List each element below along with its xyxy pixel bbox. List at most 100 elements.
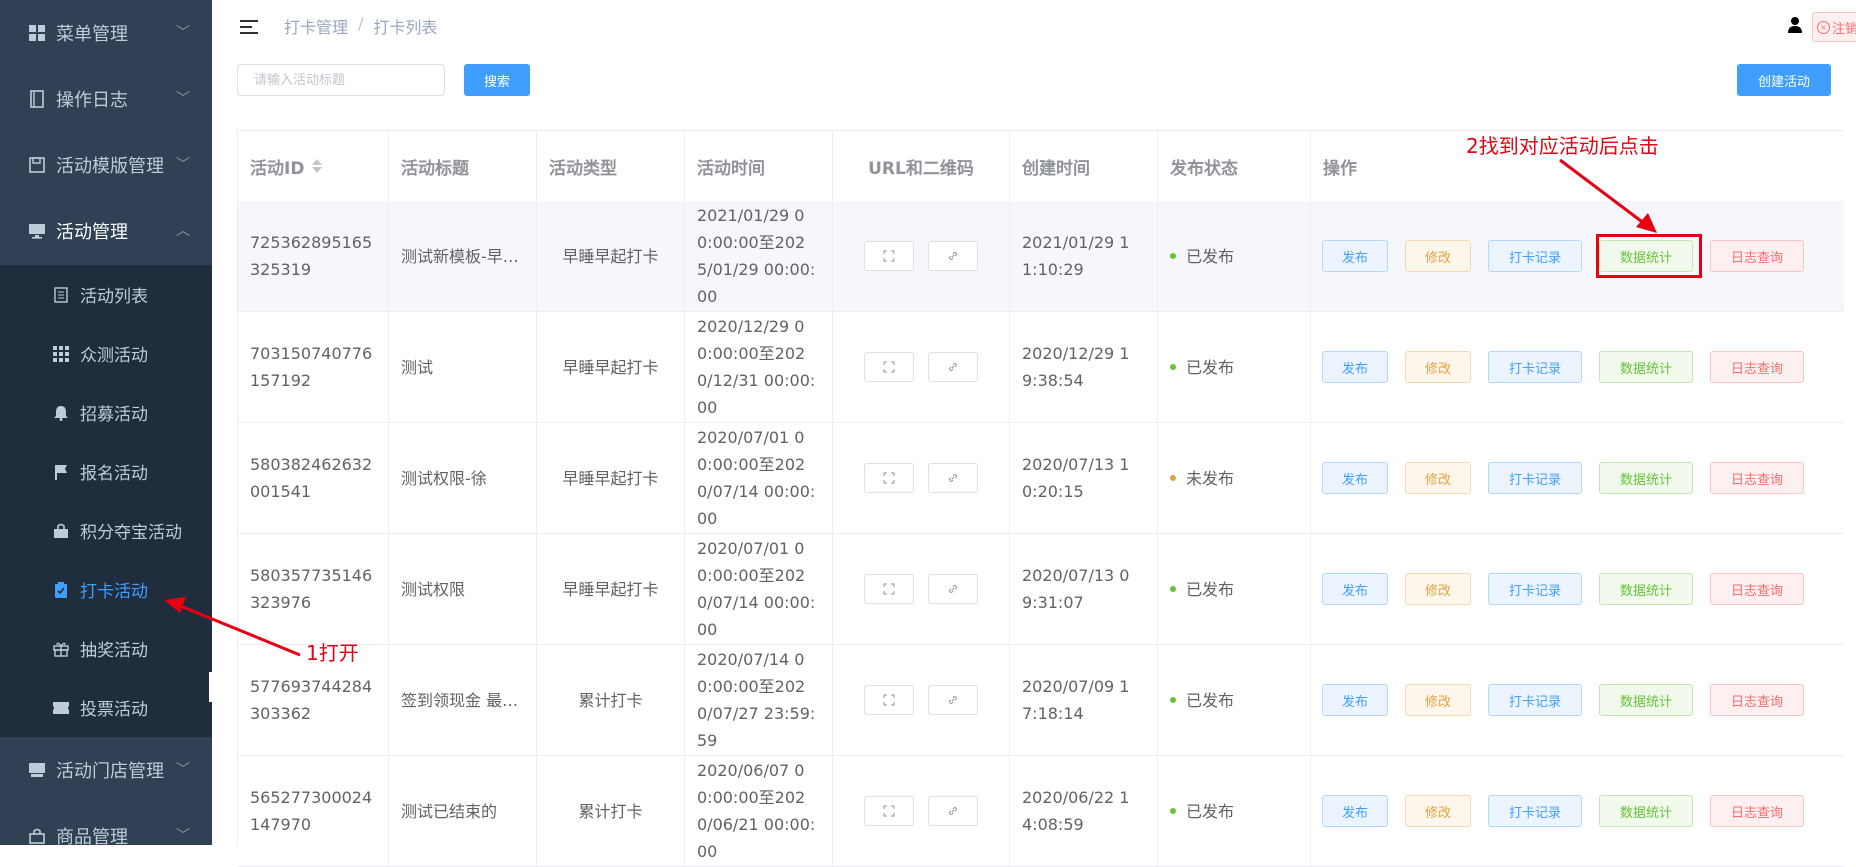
user-icon[interactable] bbox=[1787, 16, 1805, 36]
sidebar-item-vote[interactable]: 投票活动 bbox=[0, 678, 212, 737]
qrcode-button[interactable] bbox=[864, 685, 914, 715]
copy-link-button[interactable] bbox=[928, 352, 978, 382]
publish-button[interactable]: 发布 bbox=[1322, 351, 1388, 383]
menu-item-menu-management[interactable]: 菜单管理 ﹀ bbox=[0, 0, 212, 66]
qrcode-button[interactable] bbox=[864, 463, 914, 493]
copy-link-button[interactable] bbox=[928, 574, 978, 604]
checkin-records-button[interactable]: 打卡记录 bbox=[1488, 240, 1582, 272]
activity-type: 累计打卡 bbox=[578, 801, 643, 821]
edit-button[interactable]: 修改 bbox=[1405, 462, 1471, 494]
table-row: 577693744284303362 签到领现金 最… 累计打卡 2020/07/14… bbox=[238, 645, 1844, 756]
copy-link-button[interactable] bbox=[928, 463, 978, 493]
sidebar-item-recruit[interactable]: 招募活动 bbox=[0, 383, 212, 442]
chevron-down-icon: ﹀ bbox=[176, 157, 190, 173]
qrcode-button[interactable] bbox=[864, 241, 914, 271]
menu-item-store-management[interactable]: 活动门店管理 ﹀ bbox=[0, 737, 212, 803]
sidebar-item-label: 抽奖活动 bbox=[80, 641, 148, 661]
data-statistics-button[interactable]: 数据统计 bbox=[1599, 684, 1693, 716]
edit-button[interactable]: 修改 bbox=[1405, 684, 1471, 716]
publish-button[interactable]: 发布 bbox=[1322, 462, 1388, 494]
checkin-records-button[interactable]: 打卡记录 bbox=[1488, 795, 1582, 827]
link-icon bbox=[948, 806, 958, 816]
logout-button[interactable]: × 注销 bbox=[1812, 12, 1856, 42]
checkin-records-button[interactable]: 打卡记录 bbox=[1488, 351, 1582, 383]
log-query-button[interactable]: 日志查询 bbox=[1710, 462, 1804, 494]
data-statistics-button[interactable]: 数据统计 bbox=[1599, 795, 1693, 827]
breadcrumb: 打卡管理 / 打卡列表 bbox=[284, 14, 437, 38]
checkin-records-button[interactable]: 打卡记录 bbox=[1488, 573, 1582, 605]
column-header-id[interactable]: 活动ID bbox=[238, 131, 389, 201]
edit-button[interactable]: 修改 bbox=[1405, 795, 1471, 827]
data-statistics-button[interactable]: 数据统计 bbox=[1599, 462, 1693, 494]
grid-icon bbox=[28, 24, 46, 42]
log-query-button[interactable]: 日志查询 bbox=[1710, 573, 1804, 605]
copy-link-button[interactable] bbox=[928, 241, 978, 271]
apps-icon bbox=[52, 345, 70, 363]
publish-button[interactable]: 发布 bbox=[1322, 573, 1388, 605]
logout-label: 注销 bbox=[1832, 21, 1856, 37]
hamburger-icon[interactable] bbox=[240, 20, 258, 36]
menu-item-template-management[interactable]: 活动模版管理 ﹀ bbox=[0, 132, 212, 198]
status-dot bbox=[1170, 475, 1176, 481]
activity-id: 565277300024147970 bbox=[250, 788, 373, 834]
publish-button[interactable]: 发布 bbox=[1322, 684, 1388, 716]
status-badge: 已发布 bbox=[1170, 687, 1234, 714]
menu-item-operation-log[interactable]: 操作日志 ﹀ bbox=[0, 66, 212, 132]
activity-id: 725362895165325319 bbox=[250, 233, 373, 279]
data-statistics-button[interactable]: 数据统计 bbox=[1599, 573, 1693, 605]
create-activity-button[interactable]: 创建活动 bbox=[1737, 64, 1831, 96]
edit-button[interactable]: 修改 bbox=[1405, 351, 1471, 383]
created-time: 2020/06/22 14:08:59 bbox=[1022, 788, 1130, 834]
copy-link-button[interactable] bbox=[928, 796, 978, 826]
sidebar-item-signup[interactable]: 报名活动 bbox=[0, 442, 212, 501]
sidebar-item-label: 打卡活动 bbox=[80, 582, 148, 602]
edit-button[interactable]: 修改 bbox=[1405, 573, 1471, 605]
link-icon bbox=[948, 362, 958, 372]
sidebar-item-checkin[interactable]: 打卡活动 bbox=[0, 560, 212, 619]
log-query-button[interactable]: 日志查询 bbox=[1710, 240, 1804, 272]
sidebar-item-crowdtest[interactable]: 众测活动 bbox=[0, 324, 212, 383]
checkin-records-button[interactable]: 打卡记录 bbox=[1488, 684, 1582, 716]
created-time: 2020/07/13 10:20:15 bbox=[1022, 455, 1130, 501]
sidebar-scrollbar[interactable] bbox=[209, 672, 212, 702]
store-icon bbox=[28, 761, 46, 779]
chevron-down-icon: ﹀ bbox=[176, 25, 190, 41]
status-badge: 未发布 bbox=[1170, 465, 1234, 492]
sort-icon[interactable] bbox=[312, 159, 323, 173]
search-button[interactable]: 搜索 bbox=[464, 64, 530, 96]
log-query-button[interactable]: 日志查询 bbox=[1710, 795, 1804, 827]
publish-button[interactable]: 发布 bbox=[1322, 795, 1388, 827]
cell-type: 累计打卡 bbox=[537, 645, 685, 755]
bag-icon bbox=[52, 522, 70, 540]
qrcode-button[interactable] bbox=[864, 352, 914, 382]
checkin-records-button[interactable]: 打卡记录 bbox=[1488, 462, 1582, 494]
menu-item-product-management[interactable]: 商品管理 ﹀ bbox=[0, 803, 212, 845]
qrcode-button[interactable] bbox=[864, 574, 914, 604]
search-input[interactable] bbox=[237, 64, 445, 96]
edit-button[interactable]: 修改 bbox=[1405, 240, 1471, 272]
copy-link-button[interactable] bbox=[928, 685, 978, 715]
publish-button[interactable]: 发布 bbox=[1322, 240, 1388, 272]
qrcode-button[interactable] bbox=[864, 796, 914, 826]
sidebar-item-points-treasure[interactable]: 积分夺宝活动 bbox=[0, 501, 212, 560]
cell-url bbox=[833, 756, 1010, 866]
annotation-note-1: 1打开 bbox=[306, 641, 359, 665]
breadcrumb-item[interactable]: 打卡管理 bbox=[284, 14, 348, 38]
menu-label: 操作日志 bbox=[56, 90, 128, 111]
activity-title: 测试已结束的 bbox=[401, 801, 498, 821]
log-query-button[interactable]: 日志查询 bbox=[1710, 351, 1804, 383]
column-header-type: 活动类型 bbox=[537, 131, 685, 201]
cell-created: 2020/12/29 19:38:54 bbox=[1010, 312, 1158, 422]
data-statistics-button[interactable]: 数据统计 bbox=[1599, 351, 1693, 383]
ticket-icon bbox=[52, 699, 70, 717]
sidebar-item-lottery[interactable]: 抽奖活动 bbox=[0, 619, 212, 678]
log-query-button[interactable]: 日志查询 bbox=[1710, 684, 1804, 716]
link-icon bbox=[948, 251, 958, 261]
activity-time: 2021/01/29 00:00:00至2025/01/29 00:00:00 bbox=[697, 206, 816, 306]
column-header-url: URL和二维码 bbox=[833, 131, 1010, 201]
flag-icon bbox=[52, 463, 70, 481]
sidebar-item-label: 投票活动 bbox=[80, 700, 148, 720]
sidebar-item-activity-list[interactable]: 活动列表 bbox=[0, 265, 212, 324]
cell-time: 2020/07/01 00:00:00至2020/07/14 00:00:00 bbox=[685, 534, 833, 644]
menu-item-activity-management[interactable]: 活动管理 ︿ bbox=[0, 198, 212, 264]
